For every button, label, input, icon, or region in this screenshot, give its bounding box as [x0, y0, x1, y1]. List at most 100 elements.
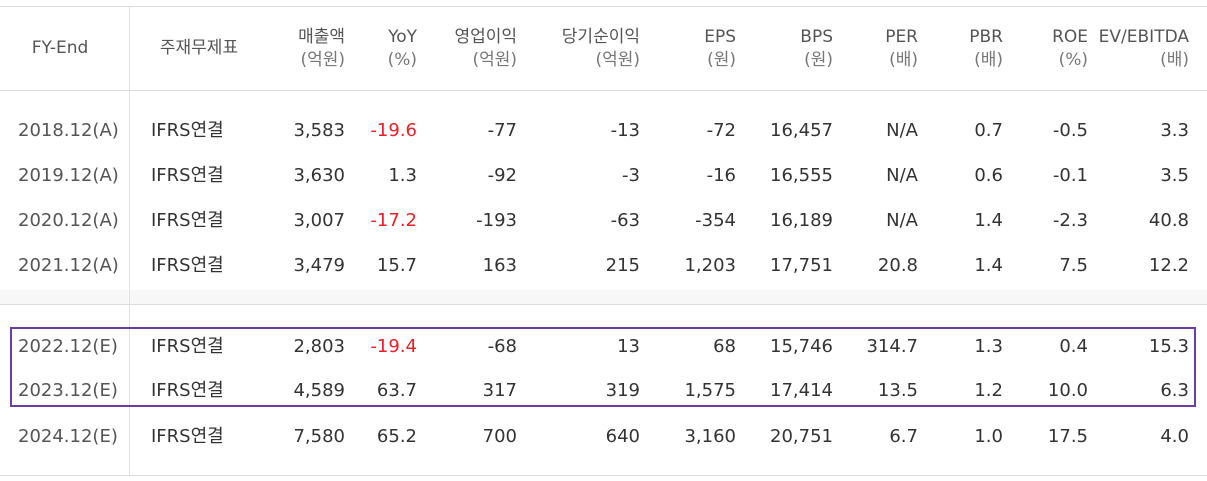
cell-eps: 1,203 — [684, 255, 736, 276]
financial-table: FY-End 주재무제표 매출액 (억원) YoY (%) 영업이익 (억원) 당기순이익 (억원… — [0, 0, 1207, 481]
cell-pbr: 1.4 — [974, 255, 1003, 276]
cell-per: 20.8 — [877, 255, 918, 276]
cell-pbr: 1.4 — [974, 210, 1003, 231]
header-net-income: 당기순이익 (억원) — [530, 26, 640, 74]
table-row: 2021.12(A) IFRS연결 3,479 15.7 163 215 1,203 17,7… — [0, 251, 1207, 281]
cell-operating-profit: 163 — [482, 255, 517, 276]
cell-eps: -16 — [706, 165, 736, 186]
cell-revenue: 3,583 — [293, 120, 345, 141]
cell-per: 6.7 — [889, 426, 918, 447]
cell-revenue: 3,007 — [293, 210, 345, 231]
header-label: YoY — [388, 27, 417, 47]
header-label: EV/EBITDA — [1098, 27, 1189, 47]
header-label: ROE — [1052, 27, 1088, 47]
cell-net-income: 640 — [605, 426, 640, 447]
header-roe: ROE (%) — [1010, 26, 1088, 74]
cell-bps: 16,555 — [770, 165, 833, 186]
cell-per: N/A — [886, 120, 918, 141]
table-row: 2024.12(E) IFRS연결 7,580 65.2 700 640 3,160 20,7… — [0, 422, 1207, 452]
cell-roe: 17.5 — [1047, 426, 1088, 447]
header-fy-end: FY-End — [0, 37, 120, 85]
cell-statement: IFRS연결 — [151, 255, 224, 276]
cell-operating-profit: -77 — [487, 120, 517, 141]
header-label: FY-End — [31, 38, 89, 58]
cell-yoy: -19.6 — [370, 120, 417, 141]
cell-pbr: 0.7 — [974, 120, 1003, 141]
header-unit: (배) — [889, 50, 918, 70]
header-unit: (원) — [707, 50, 736, 70]
header-revenue: 매출액 (억원) — [265, 26, 345, 74]
header-unit: (억원) — [300, 50, 345, 70]
cell-statement: IFRS연결 — [151, 120, 224, 141]
header-unit: (배) — [974, 50, 1003, 70]
cell-eps: -354 — [695, 210, 736, 231]
header-pbr: PBR (배) — [925, 26, 1003, 74]
cell-revenue: 3,630 — [293, 165, 345, 186]
cell-roe: -2.3 — [1052, 210, 1088, 231]
header-label: 영업이익 — [454, 27, 517, 47]
cell-roe: -0.1 — [1052, 165, 1088, 186]
cell-ev-ebitda: 3.3 — [1160, 120, 1189, 141]
cell-yoy: 1.3 — [388, 165, 417, 186]
header-label: EPS — [704, 27, 736, 47]
cell-bps: 20,751 — [770, 426, 833, 447]
header-unit: (억원) — [595, 50, 640, 70]
cell-pbr: 1.0 — [974, 426, 1003, 447]
header-label: 매출액 — [298, 27, 345, 47]
cell-bps: 16,189 — [770, 210, 833, 231]
header-operating-profit: 영업이익 (억원) — [427, 26, 517, 74]
cell-net-income: -3 — [622, 165, 640, 186]
header-label: 당기순이익 — [561, 27, 640, 47]
table-top-border — [0, 6, 1207, 7]
cell-eps: -72 — [706, 120, 736, 141]
header-unit: (억원) — [472, 50, 517, 70]
cell-net-income: -13 — [610, 120, 640, 141]
cell-ev-ebitda: 40.8 — [1148, 210, 1189, 231]
cell-operating-profit: -193 — [476, 210, 517, 231]
table-row: 2019.12(A) IFRS연결 3,630 1.3 -92 -3 -16 16,555 N/… — [0, 161, 1207, 191]
cell-operating-profit: -92 — [487, 165, 517, 186]
header-label: PBR — [969, 27, 1003, 47]
cell-ev-ebitda: 4.0 — [1160, 426, 1189, 447]
header-label: BPS — [800, 27, 833, 47]
cell-bps: 17,751 — [770, 255, 833, 276]
cell-fy-end: 2018.12(A) — [18, 120, 119, 141]
cell-bps: 16,457 — [770, 120, 833, 141]
cell-eps: 3,160 — [684, 426, 736, 447]
cell-statement: IFRS연결 — [151, 210, 224, 231]
estimate-highlight-box — [10, 327, 1196, 407]
header-label: PER — [885, 27, 918, 47]
cell-pbr: 0.6 — [974, 165, 1003, 186]
table-row: 2020.12(A) IFRS연결 3,007 -17.2 -193 -63 -354 16,… — [0, 206, 1207, 236]
cell-fy-end: 2021.12(A) — [18, 255, 119, 276]
section-spacer — [0, 290, 1207, 304]
header-unit: (%) — [1058, 50, 1088, 70]
cell-net-income: -63 — [610, 210, 640, 231]
cell-roe: -0.5 — [1052, 120, 1088, 141]
table-bottom-border — [0, 475, 1207, 476]
cell-fy-end: 2019.12(A) — [18, 165, 119, 186]
cell-revenue: 3,479 — [293, 255, 345, 276]
header-yoy: YoY (%) — [355, 26, 417, 74]
header-unit: (배) — [1160, 50, 1189, 70]
cell-yoy: 65.2 — [376, 426, 417, 447]
cell-fy-end: 2024.12(E) — [18, 426, 118, 447]
header-per: PER (배) — [840, 26, 918, 74]
section-divider — [0, 304, 1207, 305]
cell-fy-end: 2020.12(A) — [18, 210, 119, 231]
cell-roe: 7.5 — [1059, 255, 1088, 276]
header-ev-ebitda: EV/EBITDA (배) — [1090, 26, 1189, 74]
cell-per: N/A — [886, 165, 918, 186]
cell-yoy: -17.2 — [370, 210, 417, 231]
header-bps: BPS (원) — [745, 26, 833, 74]
cell-ev-ebitda: 12.2 — [1148, 255, 1189, 276]
cell-statement: IFRS연결 — [151, 165, 224, 186]
header-label: 주재무제표 — [159, 38, 239, 58]
cell-ev-ebitda: 3.5 — [1160, 165, 1189, 186]
header-eps: EPS (원) — [650, 26, 736, 74]
table-row: 2018.12(A) IFRS연결 3,583 -19.6 -77 -13 -72 16,45… — [0, 116, 1207, 146]
header-unit: (원) — [804, 50, 833, 70]
cell-operating-profit: 700 — [482, 426, 517, 447]
cell-revenue: 7,580 — [293, 426, 345, 447]
cell-yoy: 15.7 — [376, 255, 417, 276]
